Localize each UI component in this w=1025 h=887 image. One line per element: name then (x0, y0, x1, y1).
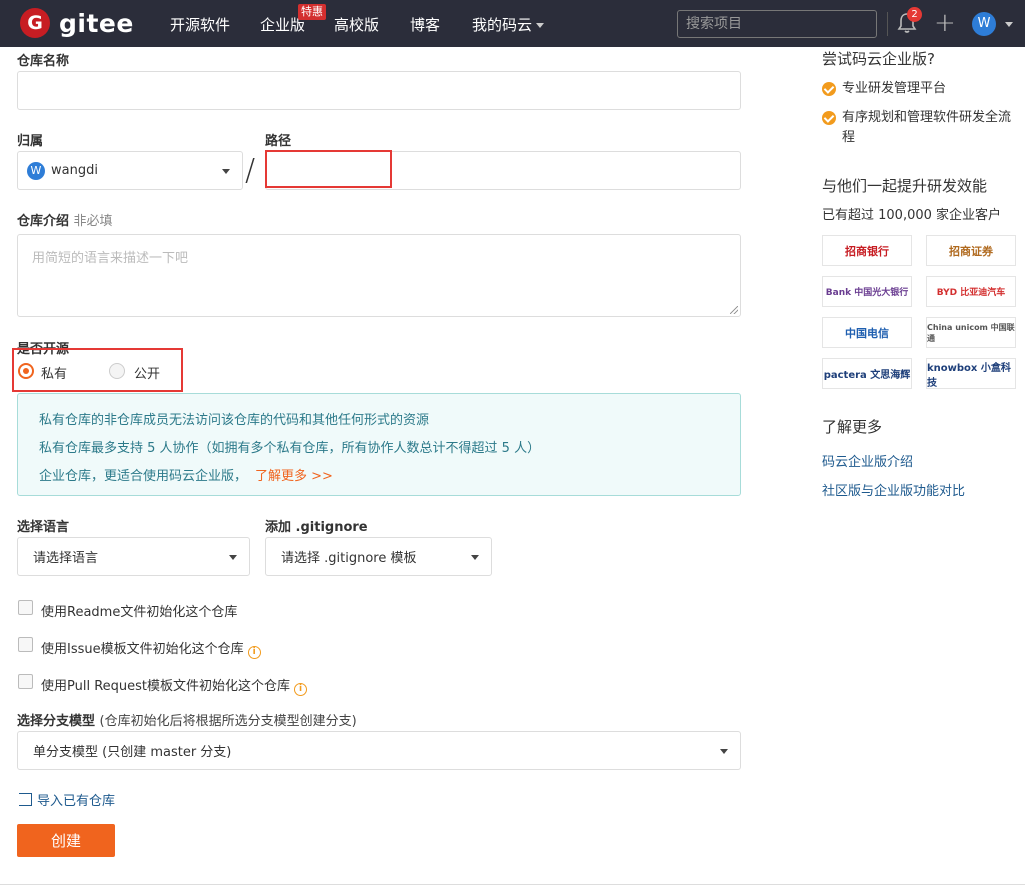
gitee-logo-icon: G (20, 8, 50, 38)
learn-more-title: 了解更多 (822, 418, 883, 436)
cmb-securities-logo: 招商证券 (926, 235, 1016, 266)
branch-model-label: 选择分支模型 (仓库初始化后将根据所选分支模型创建分支) (17, 710, 357, 729)
create-button[interactable]: 创建 (17, 824, 115, 857)
gitignore-select-value: 请选择 .gitignore 模板 (281, 551, 417, 566)
path-label: 路径 (265, 134, 292, 149)
nav-my-gitee[interactable]: 我的码云 (472, 14, 545, 35)
issue-template-checkbox-label[interactable]: 使用Issue模板文件初始化这个仓库 i (41, 638, 261, 659)
chevron-down-icon (720, 748, 728, 754)
import-repo-link[interactable]: 导入已有仓库 (19, 790, 115, 809)
path-separator: / (245, 153, 256, 188)
info-icon[interactable]: i (294, 683, 308, 696)
readme-checkbox-label[interactable]: 使用Readme文件初始化这个仓库 (41, 601, 237, 620)
gitignore-select[interactable]: 请选择 .gitignore 模板 (265, 537, 492, 576)
notification-count-badge: 2 (907, 7, 922, 22)
resize-handle-icon[interactable] (730, 306, 738, 314)
import-icon (19, 793, 32, 806)
description-label: 仓库介绍 非必填 (17, 210, 113, 229)
owner-select[interactable]: W wangdi (17, 151, 243, 190)
brand-name: gitee (59, 8, 134, 38)
pr-template-label-text: 使用Pull Request模板文件初始化这个仓库 (41, 679, 291, 694)
promo-badge: 特惠 (298, 4, 326, 20)
info-line-3: 企业仓库，更适合使用码云企业版， 了解更多 >> (39, 465, 333, 484)
language-label: 选择语言 (17, 520, 70, 535)
issue-template-checkbox[interactable] (18, 637, 33, 652)
china-telecom-logo: 中国电信 (822, 317, 912, 348)
language-select-value: 请选择语言 (33, 551, 99, 566)
plus-icon[interactable]: + (934, 8, 956, 38)
repo-name-label: 仓库名称 (17, 54, 70, 69)
branch-model-value: 单分支模型 (只创建 master 分支) (33, 745, 232, 760)
top-navigation: G gitee 开源软件 企业版 特惠 高校版 博客 我的码云 2 + W (0, 0, 1025, 47)
enterprise-intro-link[interactable]: 码云企业版介绍 (822, 451, 913, 470)
pr-template-checkbox-label[interactable]: 使用Pull Request模板文件初始化这个仓库 i (41, 675, 308, 696)
search-input[interactable] (677, 10, 877, 38)
issue-template-label-text: 使用Issue模板文件初始化这个仓库 (41, 642, 244, 657)
readme-checkbox[interactable] (18, 600, 33, 615)
path-highlight-box (265, 150, 392, 188)
owner-value: wangdi (51, 163, 98, 178)
byd-logo: BYD 比亚迪汽车 (926, 276, 1016, 307)
nav-university[interactable]: 高校版 (334, 14, 379, 35)
check-icon (822, 82, 836, 96)
user-avatar[interactable]: W (972, 12, 996, 36)
branch-model-hint: (仓库初始化后将根据所选分支模型创建分支) (99, 714, 357, 729)
info-line-2: 私有仓库最多支持 5 人协作（如拥有多个私有仓库，所有协作人数总计不得超过 5 … (39, 441, 541, 456)
optional-hint: 非必填 (73, 214, 113, 229)
repo-name-input[interactable] (17, 71, 741, 110)
description-label-text: 仓库介绍 (17, 214, 70, 229)
user-menu-chevron-icon[interactable] (1005, 22, 1013, 27)
cmb-bank-logo: 招商银行 (822, 235, 912, 266)
gitee-logo[interactable]: G gitee (20, 8, 134, 38)
customer-count-text: 已有超过 100,000 家企业客户 (822, 208, 1002, 223)
nav-my-gitee-label: 我的码云 (472, 16, 533, 34)
nav-blog[interactable]: 博客 (410, 14, 440, 35)
knowbox-logo: knowbox 小盒科技 (926, 358, 1016, 389)
pactera-logo: pactera 文思海辉 (822, 358, 912, 389)
feature-1: 专业研发管理平台 (842, 81, 947, 96)
description-placeholder: 用简短的语言来描述一下吧 (32, 251, 189, 266)
check-icon (822, 111, 836, 125)
info-line-3-text: 企业仓库，更适合使用码云企业版， (39, 469, 248, 484)
chevron-down-icon (536, 23, 545, 28)
branch-model-select[interactable]: 单分支模型 (只创建 master 分支) (17, 731, 741, 770)
description-textarea[interactable]: 用简短的语言来描述一下吧 (17, 234, 741, 317)
visibility-highlight-box (12, 348, 183, 392)
footer-divider (0, 884, 1025, 885)
owner-label: 归属 (17, 134, 44, 149)
edition-comparison-link[interactable]: 社区版与企业版功能对比 (822, 480, 965, 499)
china-unicom-logo: China unicom 中国联通 (926, 317, 1016, 348)
info-icon[interactable]: i (247, 646, 261, 659)
import-repo-label: 导入已有仓库 (37, 794, 116, 809)
chevron-down-icon (471, 554, 479, 560)
nav-divider (887, 12, 888, 36)
private-repo-info-box: 私有仓库的非仓库成员无法访问该仓库的代码和其他任何形式的资源 私有仓库最多支持 … (17, 393, 741, 496)
language-select[interactable]: 请选择语言 (17, 537, 250, 576)
improve-efficiency-title: 与他们一起提升研发效能 (822, 177, 988, 195)
try-enterprise-title: 尝试码云企业版? (822, 50, 935, 68)
feature-2: 有序规划和管理软件研发全流程 (842, 110, 1012, 145)
branch-model-label-text: 选择分支模型 (17, 714, 96, 729)
learn-more-link[interactable]: 了解更多 >> (255, 469, 333, 484)
chevron-down-icon (222, 168, 230, 174)
gitignore-label: 添加 .gitignore (265, 520, 368, 535)
ceb-bank-logo: Bank 中国光大银行 (822, 276, 912, 307)
owner-avatar: W (27, 161, 45, 180)
pr-template-checkbox[interactable] (18, 674, 33, 689)
nav-open-source[interactable]: 开源软件 (170, 14, 230, 35)
info-line-1: 私有仓库的非仓库成员无法访问该仓库的代码和其他任何形式的资源 (39, 413, 430, 428)
chevron-down-icon (229, 554, 237, 560)
